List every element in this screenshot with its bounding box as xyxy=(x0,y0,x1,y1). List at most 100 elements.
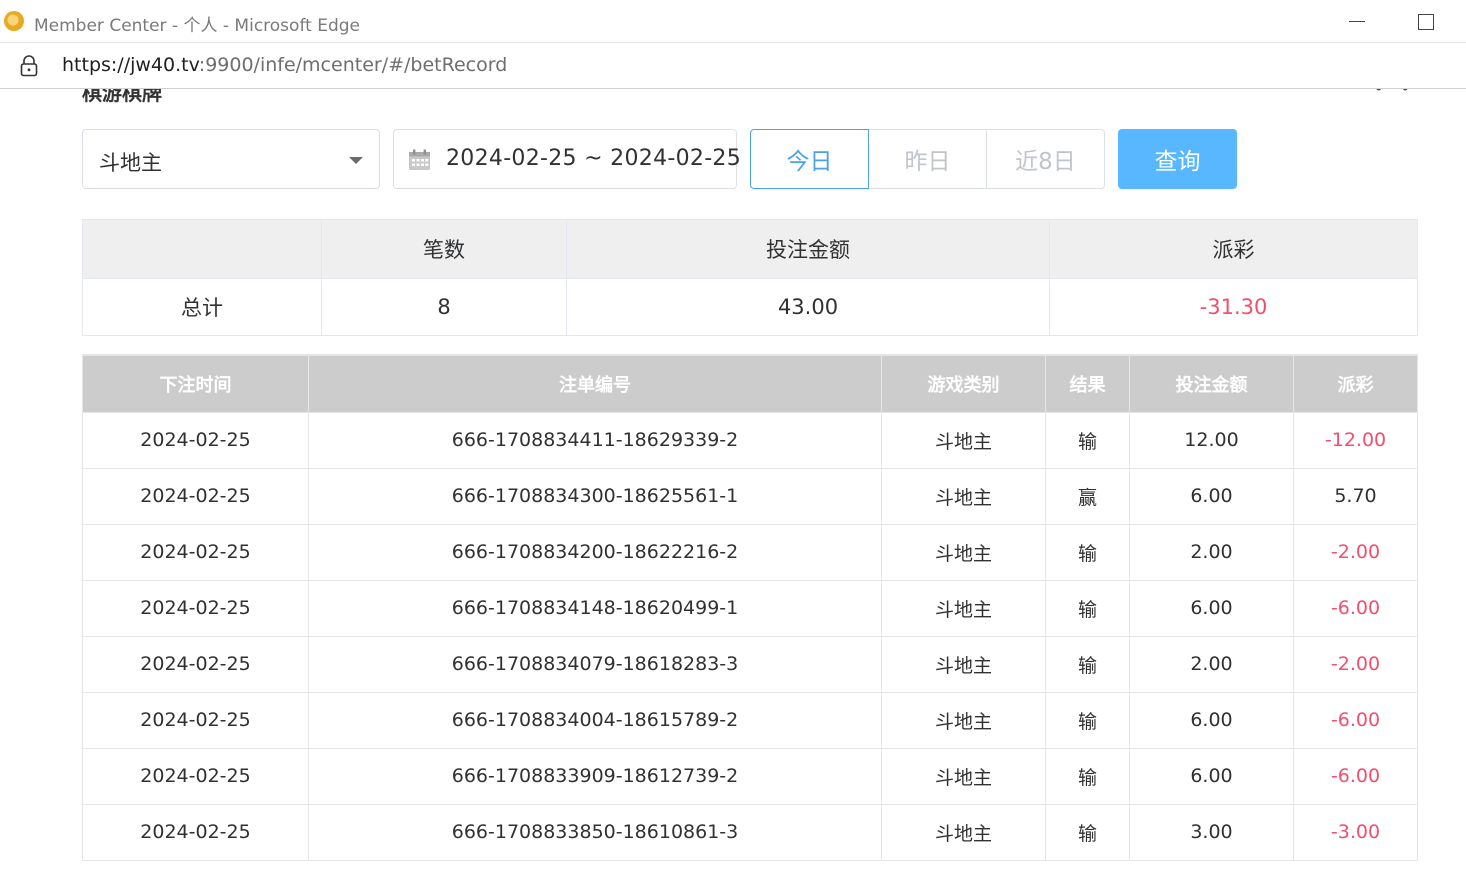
summary-header-payout: 派彩 xyxy=(1049,219,1418,279)
date-range-picker[interactable]: 2024-02-25 ~ 2024-02-25 xyxy=(393,129,741,189)
cell-game: 斗地主 xyxy=(881,691,1046,749)
app-logo-icon xyxy=(4,11,24,31)
cell-bet: 6.00 xyxy=(1129,467,1294,525)
cell-result: 输 xyxy=(1045,411,1130,469)
cell-bet-id: 666-1708834079-18618283-3 xyxy=(308,635,882,693)
cell-time: 2024-02-25 xyxy=(82,803,309,861)
cell-bet: 6.00 xyxy=(1129,691,1294,749)
summary-total-label: 总计 xyxy=(82,278,322,336)
table-row[interactable]: 2024-02-25 666-1708834148-18620499-1 斗地主… xyxy=(82,579,1418,637)
page-content: 棋游棋牌 • • 斗地主 2024-02-25 ~ 2024-02-25 今日 … xyxy=(0,89,1466,884)
cell-result: 输 xyxy=(1045,691,1130,749)
cell-result: 输 xyxy=(1045,747,1130,805)
summary-header-blank xyxy=(82,219,322,279)
bet-records-table: 下注时间 注单编号 游戏类别 结果 投注金额 派彩 2024-02-25 666… xyxy=(82,354,1418,861)
cell-payout: -6.00 xyxy=(1293,579,1418,637)
table-row[interactable]: 2024-02-25 666-1708833909-18612739-2 斗地主… xyxy=(82,747,1418,805)
cell-payout: -2.00 xyxy=(1293,635,1418,693)
cell-bet: 2.00 xyxy=(1129,523,1294,581)
table-row[interactable]: 2024-02-25 666-1708834079-18618283-3 斗地主… xyxy=(82,635,1418,693)
query-button[interactable]: 查询 xyxy=(1118,129,1237,189)
cell-result: 输 xyxy=(1045,523,1130,581)
address-bar[interactable]: https://jw40.tv:9900/infe/mcenter/#/betR… xyxy=(0,43,1466,89)
table-row[interactable]: 2024-02-25 666-1708834004-18615789-2 斗地主… xyxy=(82,691,1418,749)
cell-bet: 2.00 xyxy=(1129,635,1294,693)
cell-bet-id: 666-1708833850-18610861-3 xyxy=(308,803,882,861)
header-bet-id[interactable]: 注单编号 xyxy=(308,354,882,413)
cell-bet: 6.00 xyxy=(1129,579,1294,637)
cell-bet: 12.00 xyxy=(1129,411,1294,469)
cell-result: 赢 xyxy=(1045,467,1130,525)
game-type-value: 斗地主 xyxy=(99,151,162,175)
calendar-icon xyxy=(409,149,430,170)
summary-total-row: 总计 8 43.00 -31.30 xyxy=(82,278,1418,336)
summary-header-row: 笔数 投注金额 派彩 xyxy=(82,219,1418,279)
cell-bet-id: 666-1708834148-18620499-1 xyxy=(308,579,882,637)
cell-game: 斗地主 xyxy=(881,579,1046,637)
table-row[interactable]: 2024-02-25 666-1708834300-18625561-1 斗地主… xyxy=(82,467,1418,525)
cell-result: 输 xyxy=(1045,579,1130,637)
cell-bet-id: 666-1708833909-18612739-2 xyxy=(308,747,882,805)
table-row[interactable]: 2024-02-25 666-1708834411-18629339-2 斗地主… xyxy=(82,411,1418,469)
cell-bet: 6.00 xyxy=(1129,747,1294,805)
cell-game: 斗地主 xyxy=(881,635,1046,693)
summary-table: 笔数 投注金额 派彩 总计 8 43.00 -31.30 xyxy=(82,219,1418,336)
cell-game: 斗地主 xyxy=(881,803,1046,861)
cell-bet: 3.00 xyxy=(1129,803,1294,861)
cell-payout: -6.00 xyxy=(1293,691,1418,749)
cell-bet-id: 666-1708834300-18625561-1 xyxy=(308,467,882,525)
url-text[interactable]: https://jw40.tv:9900/infe/mcenter/#/betR… xyxy=(62,54,507,76)
quick-date-group: 今日 昨日 近8日 xyxy=(750,129,1105,189)
cell-result: 输 xyxy=(1045,635,1130,693)
summary-payout: -31.30 xyxy=(1049,278,1418,336)
cell-time: 2024-02-25 xyxy=(82,523,309,581)
cell-bet-id: 666-1708834411-18629339-2 xyxy=(308,411,882,469)
cell-game: 斗地主 xyxy=(881,747,1046,805)
cell-time: 2024-02-25 xyxy=(82,635,309,693)
section-title: 棋游棋牌 xyxy=(82,89,162,105)
cell-time: 2024-02-25 xyxy=(82,747,309,805)
maximize-button[interactable] xyxy=(1402,0,1448,43)
cell-bet-id: 666-1708834200-18622216-2 xyxy=(308,523,882,581)
today-button[interactable]: 今日 xyxy=(750,129,869,189)
window-title: Member Center - 个人 - Microsoft Edge xyxy=(34,16,360,36)
table-row[interactable]: 2024-02-25 666-1708833850-18610861-3 斗地主… xyxy=(82,803,1418,861)
summary-header-count: 笔数 xyxy=(321,219,567,279)
header-result[interactable]: 结果 xyxy=(1045,354,1130,413)
cell-time: 2024-02-25 xyxy=(82,579,309,637)
header-bet-amount[interactable]: 投注金额 xyxy=(1129,354,1294,413)
cell-payout: -3.00 xyxy=(1293,803,1418,861)
cell-payout: -2.00 xyxy=(1293,523,1418,581)
records-header-row: 下注时间 注单编号 游戏类别 结果 投注金额 派彩 xyxy=(82,354,1418,413)
caret-down-icon xyxy=(349,157,363,164)
cell-game: 斗地主 xyxy=(881,523,1046,581)
header-game-type[interactable]: 游戏类别 xyxy=(881,354,1046,413)
summary-bet-amount: 43.00 xyxy=(566,278,1050,336)
cell-bet-id: 666-1708834004-18615789-2 xyxy=(308,691,882,749)
records-body: 2024-02-25 666-1708834411-18629339-2 斗地主… xyxy=(82,411,1418,861)
header-payout[interactable]: 派彩 xyxy=(1293,354,1418,413)
game-type-select[interactable]: 斗地主 xyxy=(82,129,380,189)
window-titlebar: Member Center - 个人 - Microsoft Edge xyxy=(0,0,1466,43)
minimize-button[interactable] xyxy=(1334,0,1380,43)
cell-time: 2024-02-25 xyxy=(82,691,309,749)
more-icon[interactable]: • • xyxy=(1374,89,1416,98)
date-range-value: 2024-02-25 ~ 2024-02-25 xyxy=(446,146,742,171)
cell-payout: -12.00 xyxy=(1293,411,1418,469)
cell-game: 斗地主 xyxy=(881,467,1046,525)
cell-game: 斗地主 xyxy=(881,411,1046,469)
url-path: :9900/infe/mcenter/#/betRecord xyxy=(198,54,508,76)
cell-time: 2024-02-25 xyxy=(82,467,309,525)
cell-time: 2024-02-25 xyxy=(82,411,309,469)
cell-result: 输 xyxy=(1045,803,1130,861)
lock-icon[interactable] xyxy=(20,55,38,77)
table-row[interactable]: 2024-02-25 666-1708834200-18622216-2 斗地主… xyxy=(82,523,1418,581)
cell-payout: 5.70 xyxy=(1293,467,1418,525)
last-8-days-button[interactable]: 近8日 xyxy=(986,129,1105,189)
summary-count: 8 xyxy=(321,278,567,336)
cell-payout: -6.00 xyxy=(1293,747,1418,805)
summary-header-bet: 投注金额 xyxy=(566,219,1050,279)
yesterday-button[interactable]: 昨日 xyxy=(868,129,987,189)
header-bet-time[interactable]: 下注时间 xyxy=(82,354,309,413)
url-host: https://jw40.tv xyxy=(62,54,199,76)
